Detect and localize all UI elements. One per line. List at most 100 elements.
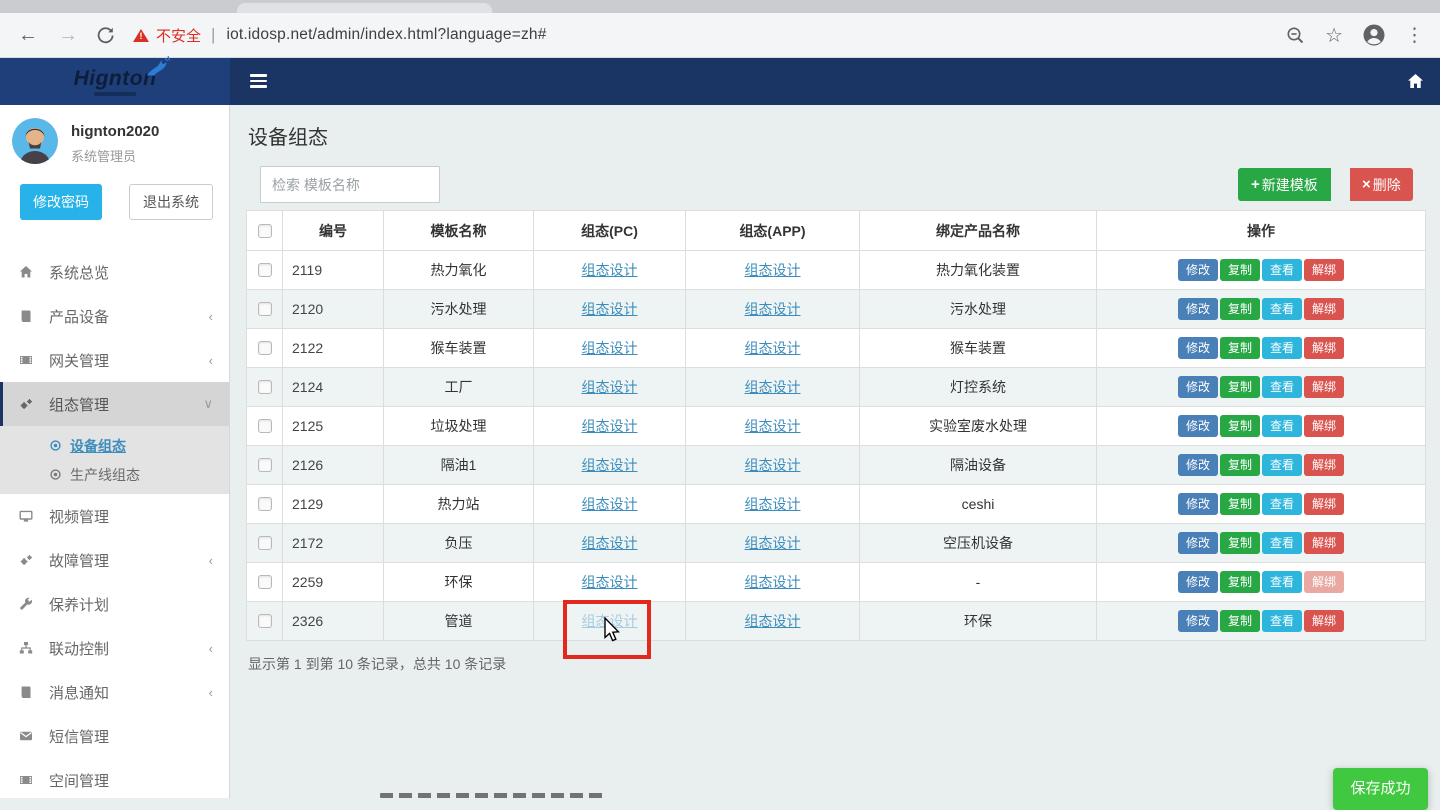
view-button[interactable]: 查看 <box>1262 415 1302 437</box>
view-button[interactable]: 查看 <box>1262 610 1302 632</box>
unbind-button[interactable]: 解绑 <box>1304 454 1344 476</box>
sidebar-item-sms-management[interactable]: 短信管理 <box>0 714 229 758</box>
row-checkbox[interactable] <box>258 302 272 316</box>
row-checkbox[interactable] <box>258 614 272 628</box>
row-checkbox[interactable] <box>258 263 272 277</box>
scada-design-pc-link[interactable]: 组态设计 <box>582 457 638 473</box>
row-checkbox[interactable] <box>258 380 272 394</box>
scada-design-pc-link[interactable]: 组态设计 <box>582 379 638 395</box>
view-button[interactable]: 查看 <box>1262 259 1302 281</box>
view-button[interactable]: 查看 <box>1262 532 1302 554</box>
row-checkbox[interactable] <box>258 575 272 589</box>
search-input[interactable] <box>260 166 440 203</box>
bookmark-star-icon[interactable]: ☆ <box>1325 23 1343 48</box>
view-button[interactable]: 查看 <box>1262 337 1302 359</box>
view-button[interactable]: 查看 <box>1262 454 1302 476</box>
sidebar-item-device-scada[interactable]: 设备组态 <box>0 431 229 460</box>
logo-area[interactable]: Hignton <box>0 58 230 105</box>
sidebar-item-scada-management[interactable]: 组态管理∨ <box>0 382 229 426</box>
unbind-button[interactable]: 解绑 <box>1304 532 1344 554</box>
hamburger-menu-icon[interactable] <box>250 74 267 91</box>
scada-design-app-link[interactable]: 组态设计 <box>745 418 801 434</box>
unbind-button[interactable]: 解绑 <box>1304 415 1344 437</box>
scada-design-app-link[interactable]: 组态设计 <box>745 535 801 551</box>
reload-icon[interactable] <box>96 26 115 45</box>
copy-button[interactable]: 复制 <box>1220 493 1260 515</box>
unbind-button[interactable]: 解绑 <box>1304 298 1344 320</box>
row-checkbox[interactable] <box>258 419 272 433</box>
edit-button[interactable]: 修改 <box>1178 337 1218 359</box>
view-button[interactable]: 查看 <box>1262 493 1302 515</box>
unbind-button[interactable]: 解绑 <box>1304 376 1344 398</box>
row-checkbox[interactable] <box>258 497 272 511</box>
unbind-button[interactable]: 解绑 <box>1304 493 1344 515</box>
change-password-button[interactable]: 修改密码 <box>20 184 102 220</box>
sidebar-item-fault-management[interactable]: 故障管理‹ <box>0 538 229 582</box>
sidebar-item-video-management[interactable]: 视频管理 <box>0 494 229 538</box>
browser-menu-icon[interactable]: ⋮ <box>1405 24 1424 47</box>
scada-design-app-link[interactable]: 组态设计 <box>745 301 801 317</box>
scada-design-pc-link[interactable]: 组态设计 <box>582 262 638 278</box>
edit-button[interactable]: 修改 <box>1178 571 1218 593</box>
edit-button[interactable]: 修改 <box>1178 259 1218 281</box>
scada-design-app-link[interactable]: 组态设计 <box>745 496 801 512</box>
sidebar-item-space-management[interactable]: 空间管理 <box>0 758 229 802</box>
unbind-button[interactable]: 解绑 <box>1304 571 1344 593</box>
copy-button[interactable]: 复制 <box>1220 415 1260 437</box>
scada-design-pc-link[interactable]: 组态设计 <box>582 574 638 590</box>
copy-button[interactable]: 复制 <box>1220 259 1260 281</box>
scada-design-pc-link[interactable]: 组态设计 <box>582 535 638 551</box>
browser-tab[interactable] <box>237 3 492 13</box>
row-checkbox[interactable] <box>258 341 272 355</box>
unbind-button[interactable]: 解绑 <box>1304 259 1344 281</box>
view-button[interactable]: 查看 <box>1262 376 1302 398</box>
copy-button[interactable]: 复制 <box>1220 298 1260 320</box>
row-checkbox[interactable] <box>258 458 272 472</box>
edit-button[interactable]: 修改 <box>1178 493 1218 515</box>
edit-button[interactable]: 修改 <box>1178 376 1218 398</box>
browser-profile-avatar[interactable] <box>1363 24 1385 46</box>
unbind-button[interactable]: 解绑 <box>1304 337 1344 359</box>
scada-design-app-link[interactable]: 组态设计 <box>745 340 801 356</box>
scada-design-app-link[interactable]: 组态设计 <box>745 457 801 473</box>
scada-design-pc-link[interactable]: 组态设计 <box>582 301 638 317</box>
scada-design-app-link[interactable]: 组态设计 <box>745 379 801 395</box>
copy-button[interactable]: 复制 <box>1220 454 1260 476</box>
scada-design-pc-link[interactable]: 组态设计 <box>582 496 638 512</box>
forward-icon[interactable]: → <box>56 25 80 45</box>
sidebar-item-product-devices[interactable]: 产品设备‹ <box>0 294 229 338</box>
back-icon[interactable]: ← <box>16 25 40 45</box>
copy-button[interactable]: 复制 <box>1220 337 1260 359</box>
scada-design-app-link[interactable]: 组态设计 <box>745 613 801 629</box>
edit-button[interactable]: 修改 <box>1178 532 1218 554</box>
scada-design-app-link[interactable]: 组态设计 <box>745 262 801 278</box>
copy-button[interactable]: 复制 <box>1220 610 1260 632</box>
view-button[interactable]: 查看 <box>1262 571 1302 593</box>
sidebar-item-system-overview[interactable]: 系统总览 <box>0 250 229 294</box>
scada-design-pc-link[interactable]: 组态设计 <box>582 418 638 434</box>
logout-button[interactable]: 退出系统 <box>129 184 213 220</box>
new-template-button[interactable]: + 新建模板 <box>1238 168 1331 201</box>
sidebar-item-gateway-management[interactable]: 网关管理‹ <box>0 338 229 382</box>
scada-design-pc-link[interactable]: 组态设计 <box>582 340 638 356</box>
edit-button[interactable]: 修改 <box>1178 415 1218 437</box>
copy-button[interactable]: 复制 <box>1220 376 1260 398</box>
zoom-out-icon[interactable] <box>1286 26 1305 45</box>
sidebar-item-line-scada[interactable]: 生产线组态 <box>0 460 229 489</box>
sidebar-item-maintenance-plan[interactable]: 保养计划 <box>0 582 229 626</box>
row-checkbox[interactable] <box>258 536 272 550</box>
address-bar-url[interactable]: iot.idosp.net/admin/index.html?language=… <box>226 26 546 44</box>
sidebar-item-linkage-control[interactable]: 联动控制‹ <box>0 626 229 670</box>
edit-button[interactable]: 修改 <box>1178 298 1218 320</box>
edit-button[interactable]: 修改 <box>1178 454 1218 476</box>
select-all-checkbox[interactable] <box>258 224 272 238</box>
copy-button[interactable]: 复制 <box>1220 532 1260 554</box>
view-button[interactable]: 查看 <box>1262 298 1302 320</box>
edit-button[interactable]: 修改 <box>1178 610 1218 632</box>
unbind-button[interactable]: 解绑 <box>1304 610 1344 632</box>
sidebar-item-message-notify[interactable]: 消息通知‹ <box>0 670 229 714</box>
copy-button[interactable]: 复制 <box>1220 571 1260 593</box>
scada-design-app-link[interactable]: 组态设计 <box>745 574 801 590</box>
delete-button[interactable]: × 删除 <box>1350 168 1413 201</box>
home-icon[interactable] <box>1406 72 1425 91</box>
